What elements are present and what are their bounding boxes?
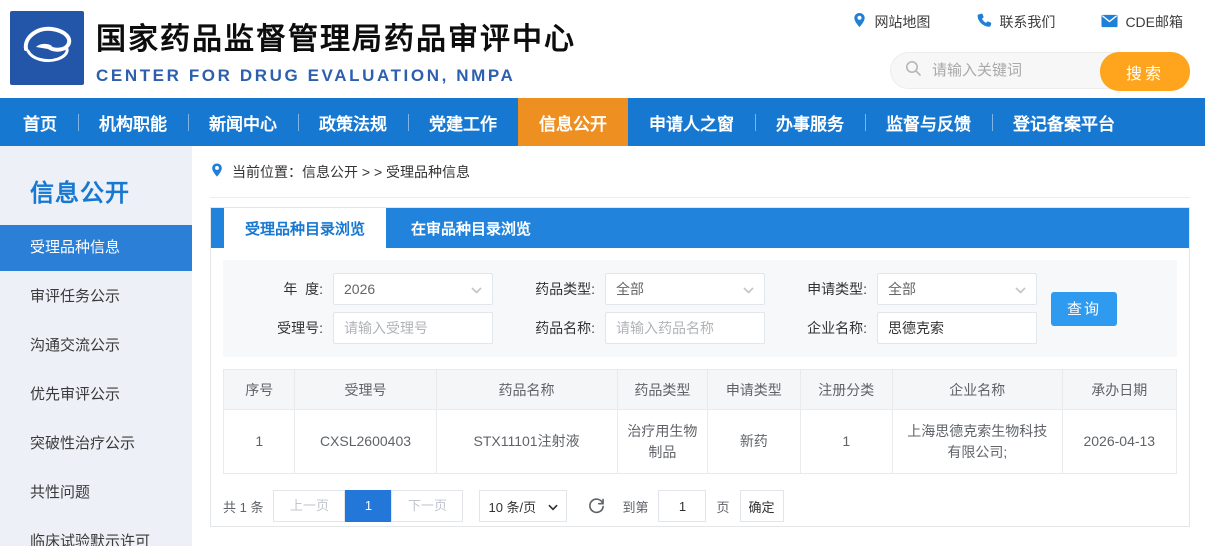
- apply-type-label: 申请类型:: [785, 279, 867, 299]
- drug-type-label: 药品类型:: [513, 279, 595, 299]
- contact-link[interactable]: 联系我们: [976, 12, 1055, 32]
- main-nav: 首页 机构职能 新闻中心 政策法规 党建工作 信息公开 申请人之窗 办事服务 监…: [0, 98, 1205, 146]
- breadcrumb: 当前位置：信息公开 > > 受理品种信息: [210, 146, 1190, 198]
- sidebar-item-communication[interactable]: 沟通交流公示: [0, 323, 192, 369]
- table-row: 1 CXSL2600403 STX11101注射液 治疗用生物制品 新药 1 上…: [224, 410, 1177, 474]
- col-company: 企业名称: [892, 370, 1062, 410]
- col-date: 承办日期: [1062, 370, 1176, 410]
- nav-applicant-window[interactable]: 申请人之窗: [628, 98, 755, 146]
- drug-type-value: 全部: [616, 279, 644, 299]
- tab-bar: 受理品种目录浏览 在审品种目录浏览: [211, 208, 1189, 248]
- pagination: 共 1 条 上一页 1 下一页 10 条/页 到第 页 确定: [223, 490, 1177, 522]
- col-apply-type: 申请类型: [708, 370, 800, 410]
- sidebar-item-accepted-varieties[interactable]: 受理品种信息: [0, 225, 192, 271]
- chevron-down-icon: [548, 499, 558, 514]
- tab-accepted-catalog[interactable]: 受理品种目录浏览: [224, 208, 386, 248]
- location-pin-icon: [210, 162, 224, 182]
- apply-type-value: 全部: [888, 279, 916, 299]
- goto-page-input[interactable]: [658, 490, 706, 522]
- nav-party[interactable]: 党建工作: [408, 98, 518, 146]
- cde-swirl-logo-icon: [16, 15, 78, 82]
- col-reg-class: 注册分类: [800, 370, 892, 410]
- year-label: 年 度:: [241, 279, 323, 299]
- search-button[interactable]: 搜索: [1100, 52, 1190, 91]
- results-table: 序号 受理号 药品名称 药品类型 申请类型 注册分类 企业名称 承办日期 1 C…: [223, 369, 1177, 474]
- sidebar-item-common-issues[interactable]: 共性问题: [0, 470, 192, 516]
- acceptance-no-input[interactable]: [333, 312, 493, 344]
- chevron-down-icon: [1015, 281, 1026, 297]
- cell-company: 上海思德克索生物科技有限公司;: [892, 410, 1062, 474]
- search-icon: [905, 60, 922, 82]
- phone-icon: [976, 13, 992, 32]
- chevron-down-icon: [471, 281, 482, 297]
- company-input[interactable]: [877, 312, 1037, 344]
- envelope-icon: [1101, 14, 1118, 31]
- col-drug-type: 药品类型: [617, 370, 708, 410]
- cell-apply-type: 新药: [708, 410, 800, 474]
- nav-functions[interactable]: 机构职能: [78, 98, 188, 146]
- cell-date: 2026-04-13: [1062, 410, 1176, 474]
- cell-reg-class: 1: [800, 410, 892, 474]
- contact-label: 联系我们: [999, 12, 1055, 32]
- prev-page-button[interactable]: 上一页: [273, 490, 345, 522]
- nav-news[interactable]: 新闻中心: [188, 98, 298, 146]
- company-label: 企业名称:: [785, 318, 867, 338]
- filter-form: 年 度: 2026 药品类型: 全部 申请类型: 全部: [223, 260, 1177, 357]
- chevron-down-icon: [743, 281, 754, 297]
- col-seq: 序号: [224, 370, 295, 410]
- site-title-cn: 国家药品监督管理局药品审评中心: [96, 14, 576, 58]
- year-select[interactable]: 2026: [333, 273, 493, 305]
- location-pin-icon: [852, 12, 867, 32]
- site-header: 国家药品监督管理局药品审评中心 CENTER FOR DRUG EVALUATI…: [0, 0, 1205, 98]
- sidebar-item-breakthrough-therapy[interactable]: 突破性治疗公示: [0, 421, 192, 467]
- year-value: 2026: [344, 281, 375, 297]
- sitemap-label: 网站地图: [874, 12, 930, 32]
- refresh-icon[interactable]: [587, 497, 606, 516]
- table-header-row: 序号 受理号 药品名称 药品类型 申请类型 注册分类 企业名称 承办日期: [224, 370, 1177, 410]
- nav-supervision[interactable]: 监督与反馈: [865, 98, 992, 146]
- acceptance-no-label: 受理号:: [241, 318, 323, 338]
- content-panel: 受理品种目录浏览 在审品种目录浏览 年 度: 2026 药品类型: 全部 申请类…: [210, 207, 1190, 527]
- sidebar-item-priority-review[interactable]: 优先审评公示: [0, 372, 192, 418]
- keyword-search: 搜索: [890, 52, 1190, 89]
- goto-unit: 页: [716, 497, 729, 516]
- cde-mail-label: CDE邮箱: [1125, 12, 1183, 32]
- page-size-value: 10 条/页: [488, 497, 536, 516]
- sitemap-link[interactable]: 网站地图: [852, 12, 930, 32]
- sidebar-item-clinical-trial-license[interactable]: 临床试验默示许可: [0, 519, 192, 546]
- apply-type-select[interactable]: 全部: [877, 273, 1037, 305]
- cell-acceptance-no: CXSL2600403: [295, 410, 436, 474]
- col-acceptance-no: 受理号: [295, 370, 436, 410]
- breadcrumb-text: 当前位置：信息公开 > > 受理品种信息: [232, 162, 470, 182]
- nav-info-disclosure[interactable]: 信息公开: [518, 98, 628, 146]
- sidebar: 信息公开 受理品种信息 审评任务公示 沟通交流公示 优先审评公示 突破性治疗公示…: [0, 146, 192, 546]
- drug-name-label: 药品名称:: [513, 318, 595, 338]
- sidebar-item-review-tasks[interactable]: 审评任务公示: [0, 274, 192, 320]
- drug-name-input[interactable]: [605, 312, 765, 344]
- nav-policy[interactable]: 政策法规: [298, 98, 408, 146]
- page-size-select[interactable]: 10 条/页: [479, 490, 567, 522]
- cell-drug-type: 治疗用生物制品: [617, 410, 708, 474]
- confirm-button[interactable]: 确定: [740, 490, 784, 522]
- header-utility-links: 网站地图 联系我们 CDE邮箱: [852, 12, 1183, 32]
- cell-seq: 1: [224, 410, 295, 474]
- cell-drug-name: STX11101注射液: [436, 410, 617, 474]
- nav-registration-platform[interactable]: 登记备案平台: [992, 98, 1136, 146]
- nav-services[interactable]: 办事服务: [755, 98, 865, 146]
- query-button[interactable]: 查询: [1051, 292, 1117, 326]
- cde-logo[interactable]: [10, 11, 84, 85]
- nav-home[interactable]: 首页: [2, 98, 78, 146]
- goto-label: 到第: [622, 497, 648, 516]
- sidebar-title: 信息公开: [0, 146, 192, 225]
- col-drug-name: 药品名称: [436, 370, 617, 410]
- cde-mail-link[interactable]: CDE邮箱: [1101, 12, 1183, 32]
- total-count: 共 1 条: [223, 497, 263, 516]
- site-title-en: CENTER FOR DRUG EVALUATION, NMPA: [96, 66, 576, 86]
- tab-under-review-catalog[interactable]: 在审品种目录浏览: [386, 208, 556, 248]
- drug-type-select[interactable]: 全部: [605, 273, 765, 305]
- next-page-button[interactable]: 下一页: [391, 490, 463, 522]
- page-1-button[interactable]: 1: [345, 490, 391, 522]
